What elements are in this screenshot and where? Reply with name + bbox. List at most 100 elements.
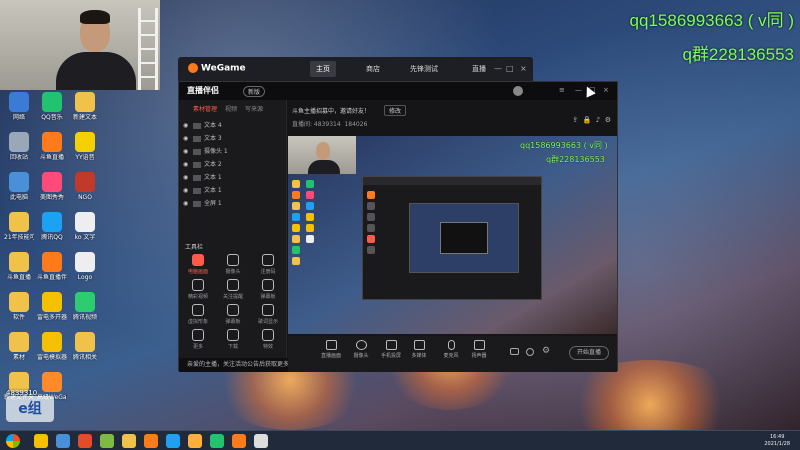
taskbar-app-icon[interactable]: [122, 434, 136, 448]
tool-button[interactable]: 更多: [181, 329, 215, 350]
desktop-icon[interactable]: 腾讯QQ: [37, 212, 67, 241]
taskbar-app-icon[interactable]: [188, 434, 202, 448]
edit-room-button[interactable]: 修改: [384, 105, 407, 116]
taskbar-app-icon[interactable]: [166, 434, 180, 448]
tool-button[interactable]: 弹幕板: [216, 304, 250, 325]
tool-button[interactable]: 精彩视频: [181, 279, 215, 300]
taskbar-app-icon[interactable]: [144, 434, 158, 448]
desktop-icon[interactable]: 腾讯相关: [70, 332, 100, 361]
source-item[interactable]: ◉ 文本 3: [183, 133, 283, 145]
system-clock[interactable]: 16:49 2021/1/28: [764, 434, 790, 448]
tool-button[interactable]: 摄像头: [216, 254, 250, 275]
desktop-icon[interactable]: 网络: [4, 92, 34, 121]
minimize-button[interactable]: —: [494, 64, 502, 73]
tool-button[interactable]: 弹幕板: [251, 279, 285, 300]
tool-button[interactable]: 电脑画面: [181, 254, 215, 275]
tool-icon: [227, 329, 239, 341]
recursive-preview-window: [362, 176, 542, 300]
desktop-icon[interactable]: 此电脑: [4, 172, 34, 201]
desktop-icon[interactable]: NGO: [70, 172, 100, 201]
desktop-icon[interactable]: 素材: [4, 332, 34, 361]
eye-icon[interactable]: ◉: [183, 146, 190, 158]
desktop-icon[interactable]: 斗鱼直播: [4, 252, 34, 281]
eye-icon[interactable]: ◉: [183, 198, 190, 210]
close-button[interactable]: ×: [520, 64, 527, 73]
tab-write-source[interactable]: 写来源: [245, 104, 263, 113]
phone-cast-button[interactable]: 手机投屏: [376, 340, 406, 359]
tool-button[interactable]: 注册码: [251, 254, 285, 275]
tool-button[interactable]: 虚拟形象: [181, 304, 215, 325]
close-icon[interactable]: ×: [603, 86, 609, 94]
desktop-icon[interactable]: 回收站: [4, 132, 34, 161]
desktop-icon[interactable]: YY语音: [70, 132, 100, 161]
user-avatar[interactable]: [513, 86, 523, 96]
tool-button[interactable]: 特效: [251, 329, 285, 350]
screen-capture-button[interactable]: 直播画面: [316, 340, 346, 359]
preview-group-text: q群228136553: [546, 155, 605, 164]
tool-button[interactable]: 歌词显示: [251, 304, 285, 325]
microphone-button[interactable]: 麦克风: [436, 340, 466, 359]
taskbar-app-icon[interactable]: [78, 434, 92, 448]
wegame-tab-live[interactable]: 直播: [466, 61, 492, 77]
lock-icon[interactable]: 🔒: [583, 116, 592, 124]
desktop-icon[interactable]: ko 文字: [70, 212, 100, 241]
source-item[interactable]: ◉ 文本 1: [183, 185, 283, 197]
speaker-button[interactable]: 扬声器: [464, 340, 494, 359]
minimize-icon[interactable]: —: [575, 86, 582, 94]
desktop-icon[interactable]: 雷电多开器: [37, 292, 67, 321]
tab-scenes[interactable]: 素材管理: [193, 104, 217, 113]
desktop-icon[interactable]: 斗鱼直播伴侣: [37, 252, 67, 281]
version-badge[interactable]: 新版: [243, 86, 266, 97]
desktop-icon[interactable]: 软件: [4, 292, 34, 321]
start-stream-button[interactable]: 开始直播: [569, 346, 609, 360]
desktop-icon[interactable]: QQ音乐: [37, 92, 67, 121]
maximize-button[interactable]: □: [506, 64, 514, 73]
taskbar-app-icon[interactable]: [232, 434, 246, 448]
camera-button[interactable]: 摄像头: [346, 340, 376, 359]
taskbar-app-icon[interactable]: [254, 434, 268, 448]
desktop-icon[interactable]: 美图秀秀: [37, 172, 67, 201]
desktop-icon[interactable]: 雷电模拟器: [37, 332, 67, 361]
eye-icon[interactable]: ◉: [183, 133, 190, 145]
source-type-icon: [193, 122, 201, 129]
eye-icon[interactable]: ◉: [183, 172, 190, 184]
taskbar-app-icon[interactable]: [210, 434, 224, 448]
desktop-icon[interactable]: Logo: [70, 252, 100, 281]
source-item[interactable]: ◉ 摄像头 1: [183, 146, 283, 158]
tool-button[interactable]: 下载: [216, 329, 250, 350]
microphone-icon: [447, 340, 455, 350]
tool-button[interactable]: 关注提醒: [216, 279, 250, 300]
settings-icon[interactable]: ⚙: [542, 346, 550, 356]
taskbar-app-icon[interactable]: [34, 434, 48, 448]
record-icon[interactable]: [510, 348, 519, 355]
eye-icon[interactable]: ◉: [183, 159, 190, 171]
tab-video[interactable]: 视频: [225, 104, 237, 113]
taskbar-app-icon[interactable]: [56, 434, 70, 448]
source-item[interactable]: ◉ 文本 4: [183, 120, 283, 132]
gift-icon[interactable]: [526, 348, 534, 356]
eye-icon[interactable]: ◉: [183, 185, 190, 197]
source-item[interactable]: ◉ 文本 1: [183, 172, 283, 184]
media-button[interactable]: 多媒体: [404, 340, 434, 359]
settings-icon[interactable]: ⚙: [605, 116, 611, 124]
app-icon: [9, 132, 29, 152]
preview-desktop-icons-2: [306, 180, 316, 246]
bell-icon[interactable]: ♪: [596, 116, 600, 124]
source-item[interactable]: ◉ 文本 2: [183, 159, 283, 171]
app-icon: [9, 212, 29, 232]
wegame-tab-store[interactable]: 商店: [360, 61, 386, 77]
stream-preview[interactable]: qq1586993663 ( v同 ) q群228136553: [288, 136, 617, 334]
desktop-icon[interactable]: 新建文本: [70, 92, 100, 121]
desktop-icon[interactable]: 21年技能可更新用: [4, 212, 34, 241]
source-item[interactable]: ◉ 全屏 1: [183, 198, 283, 210]
wegame-tab-pioneer[interactable]: 先锋测试: [404, 61, 444, 77]
taskbar-app-icon[interactable]: [100, 434, 114, 448]
share-icon[interactable]: ⇪: [572, 116, 578, 124]
start-menu-icon[interactable]: [6, 434, 20, 448]
desktop-icon[interactable]: 腾讯视频: [70, 292, 100, 321]
wegame-tab-home[interactable]: 主页: [310, 61, 336, 77]
menu-icon[interactable]: ≡: [559, 86, 565, 94]
desktop-icon[interactable]: 斗鱼直播: [37, 132, 67, 161]
eye-icon[interactable]: ◉: [183, 120, 190, 132]
wegame-brand[interactable]: WeGame: [188, 63, 246, 74]
